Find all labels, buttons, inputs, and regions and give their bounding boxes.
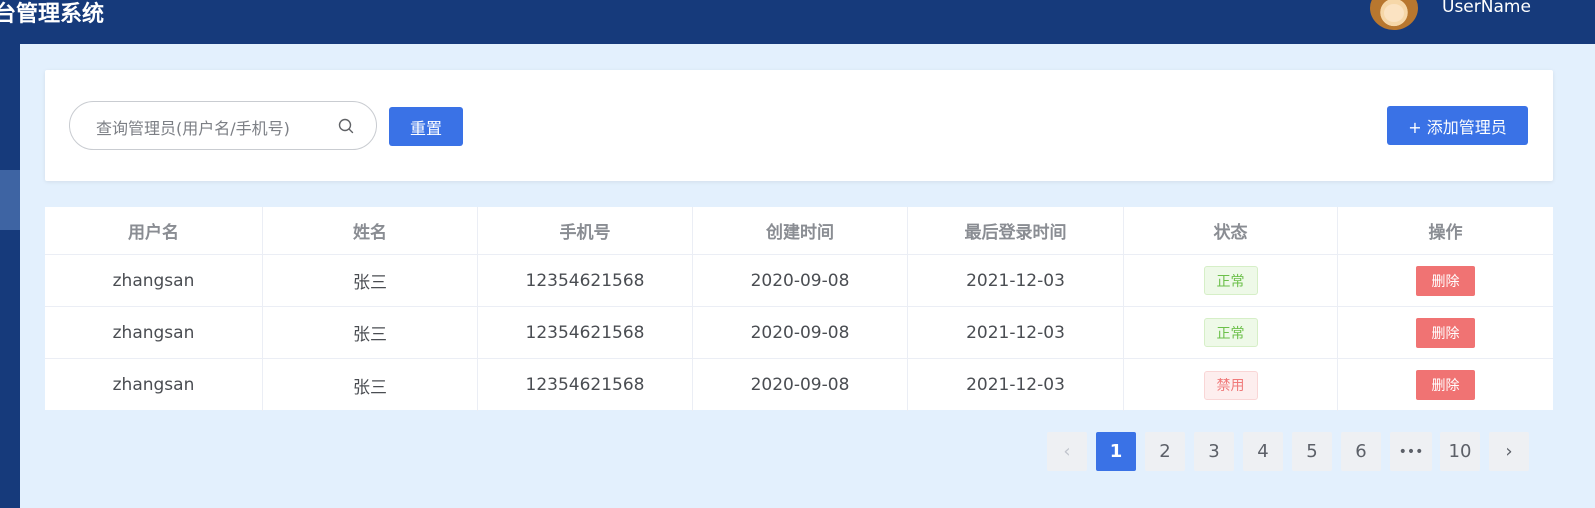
- delete-button[interactable]: 删除: [1416, 370, 1475, 400]
- column-header: 用户名: [45, 207, 263, 254]
- action-cell: 删除: [1338, 255, 1553, 306]
- table-row: zhangsan 张三 12354621568 2020-09-08 2021-…: [45, 359, 1553, 411]
- delete-button[interactable]: 删除: [1416, 317, 1475, 348]
- more-pages-button[interactable]: •••: [1390, 432, 1432, 471]
- page-button[interactable]: 6: [1341, 432, 1381, 471]
- last-login-cell: 2021-12-03: [908, 255, 1124, 306]
- status-cell: 正常: [1124, 255, 1338, 306]
- action-cell: 删除: [1338, 307, 1553, 358]
- status-badge: 禁用: [1203, 370, 1258, 400]
- phone-cell: 12354621568: [478, 307, 693, 358]
- page-button[interactable]: 1: [1096, 432, 1136, 471]
- column-header: 姓名: [263, 207, 478, 254]
- add-admin-button[interactable]: + 添加管理员: [1387, 106, 1528, 145]
- page-button[interactable]: 3: [1194, 432, 1234, 471]
- column-header: 创建时间: [693, 207, 908, 254]
- page-button[interactable]: 5: [1292, 432, 1332, 471]
- name-cell: 张三: [263, 359, 478, 411]
- search-icon[interactable]: [338, 118, 354, 134]
- top-bar: 台管理系统 UserName: [0, 0, 1595, 44]
- search-input[interactable]: 查询管理员(用户名/手机号): [69, 101, 377, 150]
- app-title: 台管理系统: [0, 2, 105, 27]
- created-cell: 2020-09-08: [693, 307, 908, 358]
- created-cell: 2020-09-08: [693, 359, 908, 411]
- table-row: zhangsan 张三 12354621568 2020-09-08 2021-…: [45, 307, 1553, 359]
- username-label[interactable]: UserName: [1442, 0, 1531, 17]
- status-badge: 正常: [1203, 318, 1258, 347]
- column-header: 状态: [1124, 207, 1338, 254]
- last-login-cell: 2021-12-03: [908, 307, 1124, 358]
- username-cell: zhangsan: [45, 307, 263, 358]
- name-cell: 张三: [263, 255, 478, 306]
- username-cell: zhangsan: [45, 359, 263, 411]
- created-cell: 2020-09-08: [693, 255, 908, 306]
- search-panel: 查询管理员(用户名/手机号) 重置 + 添加管理员: [45, 70, 1553, 181]
- table-row: zhangsan 张三 12354621568 2020-09-08 2021-…: [45, 255, 1553, 307]
- delete-button[interactable]: 删除: [1416, 265, 1475, 296]
- column-header: 操作: [1428, 223, 1463, 243]
- column-header: 最后登录时间: [908, 207, 1124, 254]
- avatar[interactable]: [1370, 0, 1418, 30]
- status-cell: 正常: [1124, 307, 1338, 358]
- page-button[interactable]: 10: [1440, 432, 1480, 471]
- page-button[interactable]: 2: [1145, 432, 1185, 471]
- sidebar: [0, 44, 20, 508]
- reset-button[interactable]: 重置: [389, 107, 463, 146]
- last-login-cell: 2021-12-03: [908, 359, 1124, 411]
- status-badge: 正常: [1203, 266, 1258, 295]
- phone-cell: 12354621568: [478, 359, 693, 411]
- status-cell: 禁用: [1124, 359, 1338, 411]
- admin-table: 用户名 姓名 手机号 创建时间 最后登录时间 状态 操作 zhangsan 张三…: [45, 207, 1553, 411]
- next-page-button[interactable]: ›: [1489, 432, 1529, 471]
- search-placeholder: 查询管理员(用户名/手机号): [96, 119, 290, 138]
- table-header: 用户名 姓名 手机号 创建时间 最后登录时间 状态 操作: [45, 207, 1553, 255]
- prev-page-button[interactable]: ‹: [1047, 432, 1087, 471]
- column-header: 手机号: [478, 207, 693, 254]
- action-cell: 删除: [1338, 359, 1553, 411]
- phone-cell: 12354621568: [478, 255, 693, 306]
- name-cell: 张三: [263, 307, 478, 358]
- page-button[interactable]: 4: [1243, 432, 1283, 471]
- username-cell: zhangsan: [45, 255, 263, 306]
- sidebar-item-active[interactable]: [0, 170, 20, 230]
